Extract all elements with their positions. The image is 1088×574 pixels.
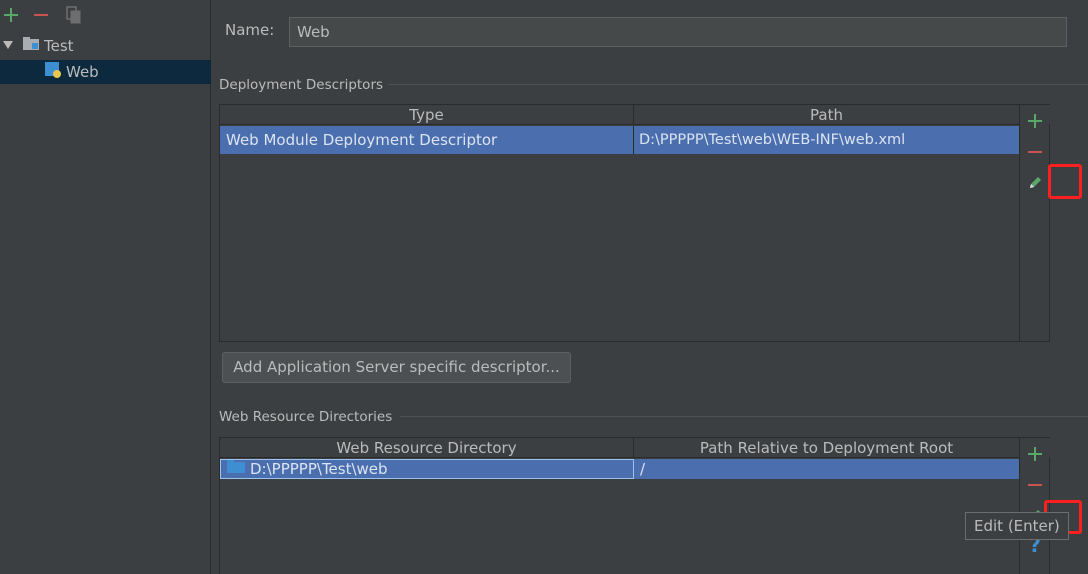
add-descriptor-button[interactable]	[1025, 111, 1045, 131]
deployment-descriptors-table: Type Path Web Module Deployment Descript…	[219, 104, 1050, 342]
descriptor-type-cell[interactable]: Web Module Deployment Descriptor	[220, 126, 634, 154]
add-server-descriptor-button[interactable]: Add Application Server specific descript…	[222, 352, 571, 383]
copy-icon	[66, 6, 81, 24]
resource-directory-text: D:\PPPPP\Test\web	[250, 460, 388, 478]
tree-item-web[interactable]: Web	[0, 60, 211, 84]
plus-icon	[4, 8, 18, 22]
pencil-icon	[1030, 177, 1041, 188]
relative-path-cell[interactable]: /	[634, 459, 1048, 479]
copy-button[interactable]	[64, 5, 84, 25]
tree-item-test[interactable]: Test	[0, 34, 211, 58]
remove-resource-button[interactable]	[1025, 475, 1045, 495]
edit-tooltip: Edit (Enter)	[965, 512, 1069, 540]
tree-label-test: Test	[44, 37, 74, 55]
column-header-relative-path[interactable]: Path Relative to Deployment Root	[634, 438, 1020, 457]
add-button[interactable]	[1, 5, 21, 25]
tree-label-web: Web	[66, 63, 99, 81]
name-field[interactable]: Web	[289, 17, 1067, 47]
edit-descriptor-button[interactable]	[1025, 173, 1045, 193]
minus-icon	[1028, 484, 1042, 486]
web-resource-directories-table: Web Resource Directory Path Relative to …	[219, 437, 1050, 574]
remove-button[interactable]	[31, 5, 51, 25]
web-resource-directories-title: Web Resource Directories	[219, 409, 393, 425]
add-resource-button[interactable]	[1025, 444, 1045, 464]
name-label: Name:	[225, 21, 275, 39]
column-header-path[interactable]: Path	[634, 105, 1020, 124]
column-header-type[interactable]: Type	[220, 105, 634, 124]
section-divider	[388, 84, 1088, 85]
remove-descriptor-button[interactable]	[1025, 142, 1045, 162]
minus-icon	[34, 14, 48, 16]
table-row[interactable]: Web Module Deployment Descriptor D:\PPPP…	[220, 126, 1048, 154]
table-side-toolbar	[1019, 105, 1049, 341]
chevron-down-icon[interactable]	[2, 37, 14, 55]
table-header: Type Path	[220, 105, 1050, 125]
facet-settings-panel: Name: Web Deployment Descriptors Type Pa…	[212, 0, 1088, 574]
highlight-box	[1048, 164, 1082, 199]
folder-icon	[227, 460, 245, 478]
left-panel: Test Web	[0, 0, 211, 574]
plus-icon	[1028, 447, 1042, 461]
section-divider	[400, 416, 1088, 417]
minus-icon	[1028, 151, 1042, 153]
resource-directory-cell[interactable]: D:\PPPPP\Test\web	[220, 459, 634, 479]
table-row[interactable]: D:\PPPPP\Test\web /	[220, 459, 1048, 479]
column-header-directory[interactable]: Web Resource Directory	[220, 438, 634, 457]
table-header: Web Resource Directory Path Relative to …	[220, 438, 1050, 458]
descriptor-path-cell[interactable]: D:\PPPPP\Test\web\WEB-INF\web.xml	[634, 126, 1048, 154]
plus-icon	[1028, 114, 1042, 128]
web-facet-icon	[44, 61, 62, 83]
deployment-descriptors-title: Deployment Descriptors	[219, 77, 384, 93]
folder-icon	[22, 36, 40, 56]
